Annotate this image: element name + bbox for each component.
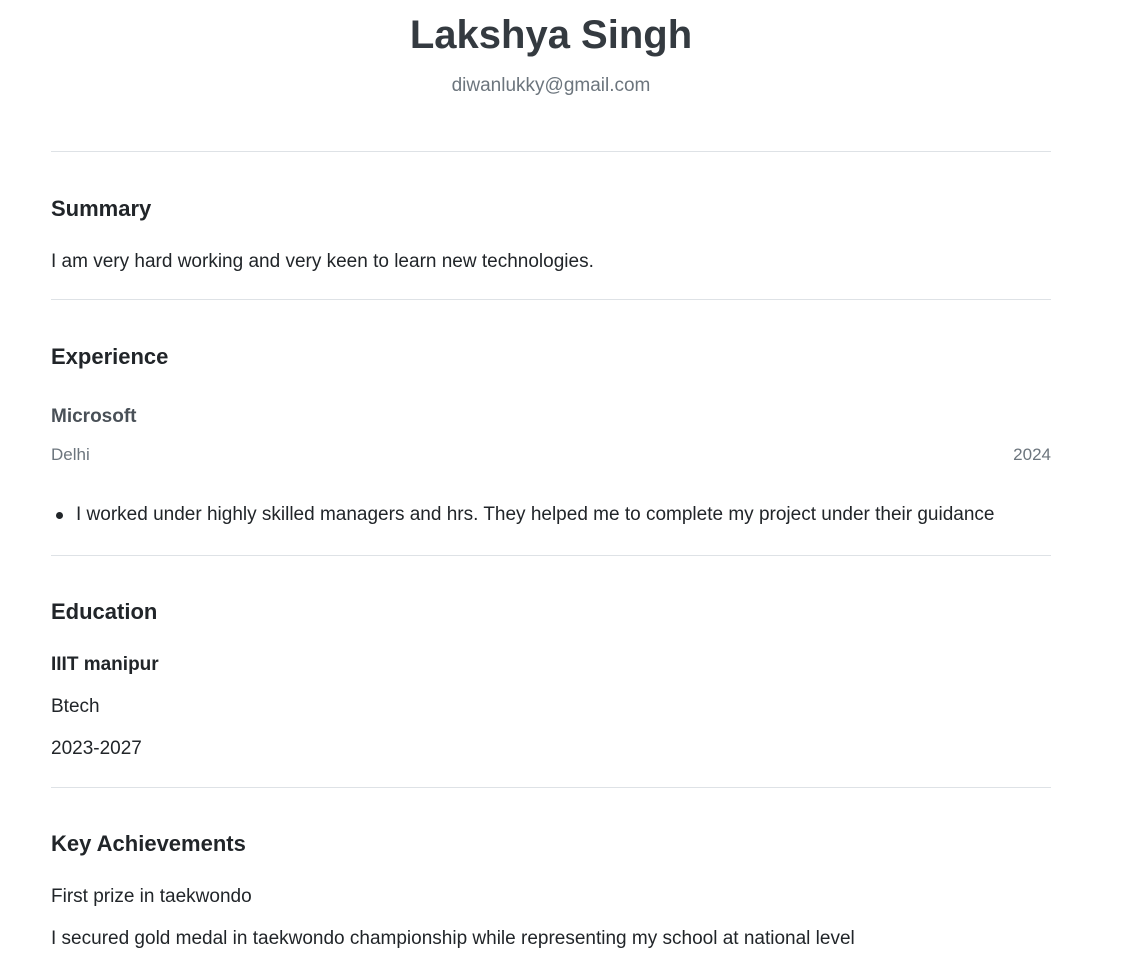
experience-year: 2024 [1013, 445, 1051, 464]
education-school: IIIT manipur [51, 654, 159, 675]
education-years: 2023-2027 [51, 738, 142, 759]
achievement-title: First prize in taekwondo [51, 886, 252, 907]
experience-meta: Delhi 2024 [51, 444, 1051, 466]
experience-divider [51, 555, 1051, 556]
experience-title: Experience [51, 344, 169, 369]
summary-title: Summary [51, 196, 152, 221]
summary-divider [51, 299, 1051, 300]
experience-company: Microsoft [51, 406, 137, 427]
education-divider [51, 787, 1051, 788]
header-divider [51, 151, 1051, 152]
education-title: Education [51, 599, 158, 624]
education-degree: Btech [51, 696, 100, 717]
experience-bullets: I worked under highly skilled managers a… [51, 503, 1051, 527]
achievements-title: Key Achievements [51, 831, 246, 856]
summary-text: I am very hard working and very keen to … [51, 251, 594, 272]
achievement-description: I secured gold medal in taekwondo champi… [51, 928, 855, 949]
experience-bullet-text: I worked under highly skilled managers a… [76, 504, 995, 525]
candidate-email[interactable]: diwanlukky@gmail.com [51, 74, 1051, 98]
candidate-name: Lakshya Singh [409, 13, 693, 57]
resume-header: Lakshya Singh diwanlukky@gmail.com [51, 0, 1051, 98]
experience-location: Delhi [51, 445, 90, 464]
bullet-dot-icon [56, 512, 63, 519]
experience-bullet: I worked under highly skilled managers a… [51, 503, 1051, 527]
